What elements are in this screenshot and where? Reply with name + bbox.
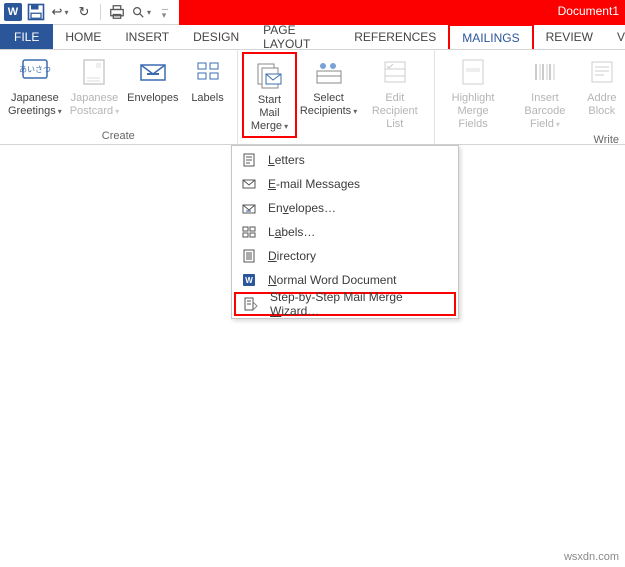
menu-envelopes[interactable]: Envelopes… — [234, 196, 456, 220]
group-write-insert: HighlightMerge Fields Insert BarcodeFiel… — [435, 50, 625, 144]
group-start-mail-merge: Start MailMerge▾ SelectRecipients▾ EditR… — [238, 50, 435, 144]
start-mail-merge-menu: Letters E-mail Messages Envelopes… Label… — [231, 145, 459, 319]
menu-directory[interactable]: Directory — [234, 244, 456, 268]
document-title: Document1 — [558, 0, 625, 25]
print-preview-icon[interactable]: ▾ — [131, 2, 151, 22]
labels-button[interactable]: Labels — [183, 52, 233, 107]
japanese-greetings-button[interactable]: あいさつ JapaneseGreetings▾ — [4, 52, 66, 120]
redo-icon[interactable]: ↻ — [74, 2, 94, 22]
envelopes-icon — [137, 56, 169, 88]
quick-print-icon[interactable] — [107, 2, 127, 22]
word-doc-icon: W — [240, 271, 258, 289]
quick-access-toolbar: W ↩▾ ↻ ▾ ─▾ — [0, 0, 179, 25]
labels-item-icon — [240, 223, 258, 241]
letters-icon — [240, 151, 258, 169]
tab-review[interactable]: REVIEW — [534, 24, 605, 49]
tab-file[interactable]: FILE — [0, 24, 53, 49]
greetings-icon: あいさつ — [19, 56, 51, 88]
menu-labels[interactable]: Labels… — [234, 220, 456, 244]
title-bar: W ↩▾ ↻ ▾ ─▾ Document1 — [0, 0, 625, 25]
word-app-icon[interactable]: W — [4, 3, 22, 21]
ribbon-tabs: FILE HOME INSERT DESIGN PAGE LAYOUT REFE… — [0, 25, 625, 50]
menu-step-by-step-wizard[interactable]: Step-by-Step Mail Merge Wizard… — [234, 292, 456, 316]
menu-letters[interactable]: Letters — [234, 148, 456, 172]
group-label-write: Write — [439, 134, 621, 148]
tab-view-truncated[interactable]: V — [605, 24, 625, 49]
edit-recipient-list-button: EditRecipient List — [360, 52, 430, 134]
wizard-icon — [242, 295, 260, 313]
email-icon — [240, 175, 258, 193]
qat-separator — [100, 4, 101, 20]
envelopes-button[interactable]: Envelopes — [123, 52, 182, 107]
svg-text:W: W — [245, 276, 253, 285]
group-label-create: Create — [4, 130, 233, 144]
menu-email-messages[interactable]: E-mail Messages — [234, 172, 456, 196]
address-block-icon — [586, 56, 618, 88]
highlight-merge-fields-icon — [457, 56, 489, 88]
japanese-postcard-button: JapanesePostcard▾ — [66, 52, 123, 120]
select-recipients-icon — [313, 56, 345, 88]
group-create: あいさつ JapaneseGreetings▾ JapanesePostcard… — [0, 50, 238, 144]
tab-home[interactable]: HOME — [53, 24, 113, 49]
undo-icon[interactable]: ↩▾ — [50, 2, 70, 22]
select-recipients-button[interactable]: SelectRecipients▾ — [297, 52, 359, 120]
start-mail-merge-icon — [253, 58, 285, 90]
insert-barcode-field-button: Insert BarcodeField▾ — [507, 52, 583, 134]
postcard-icon — [78, 56, 110, 88]
menu-normal-word-document[interactable]: W Normal Word Document — [234, 268, 456, 292]
ribbon: あいさつ JapaneseGreetings▾ JapanesePostcard… — [0, 50, 625, 145]
tab-page-layout[interactable]: PAGE LAYOUT — [251, 24, 342, 49]
watermark: wsxdn.com — [564, 551, 619, 563]
envelope-item-icon — [240, 199, 258, 217]
barcode-icon — [529, 56, 561, 88]
edit-recipient-list-icon — [379, 56, 411, 88]
labels-icon — [192, 56, 224, 88]
tab-mailings[interactable]: MAILINGS — [448, 24, 533, 49]
highlight-merge-fields-button: HighlightMerge Fields — [439, 52, 507, 134]
customize-qat-icon[interactable]: ─▾ — [155, 2, 175, 22]
tab-design[interactable]: DESIGN — [181, 24, 251, 49]
address-block-button: AddreBlock — [583, 52, 621, 120]
tab-references[interactable]: REFERENCES — [342, 24, 448, 49]
svg-text:あいさつ: あいさつ — [19, 65, 51, 74]
tab-insert[interactable]: INSERT — [113, 24, 181, 49]
directory-icon — [240, 247, 258, 265]
start-mail-merge-button[interactable]: Start MailMerge▾ — [242, 52, 298, 138]
save-icon[interactable] — [26, 2, 46, 22]
